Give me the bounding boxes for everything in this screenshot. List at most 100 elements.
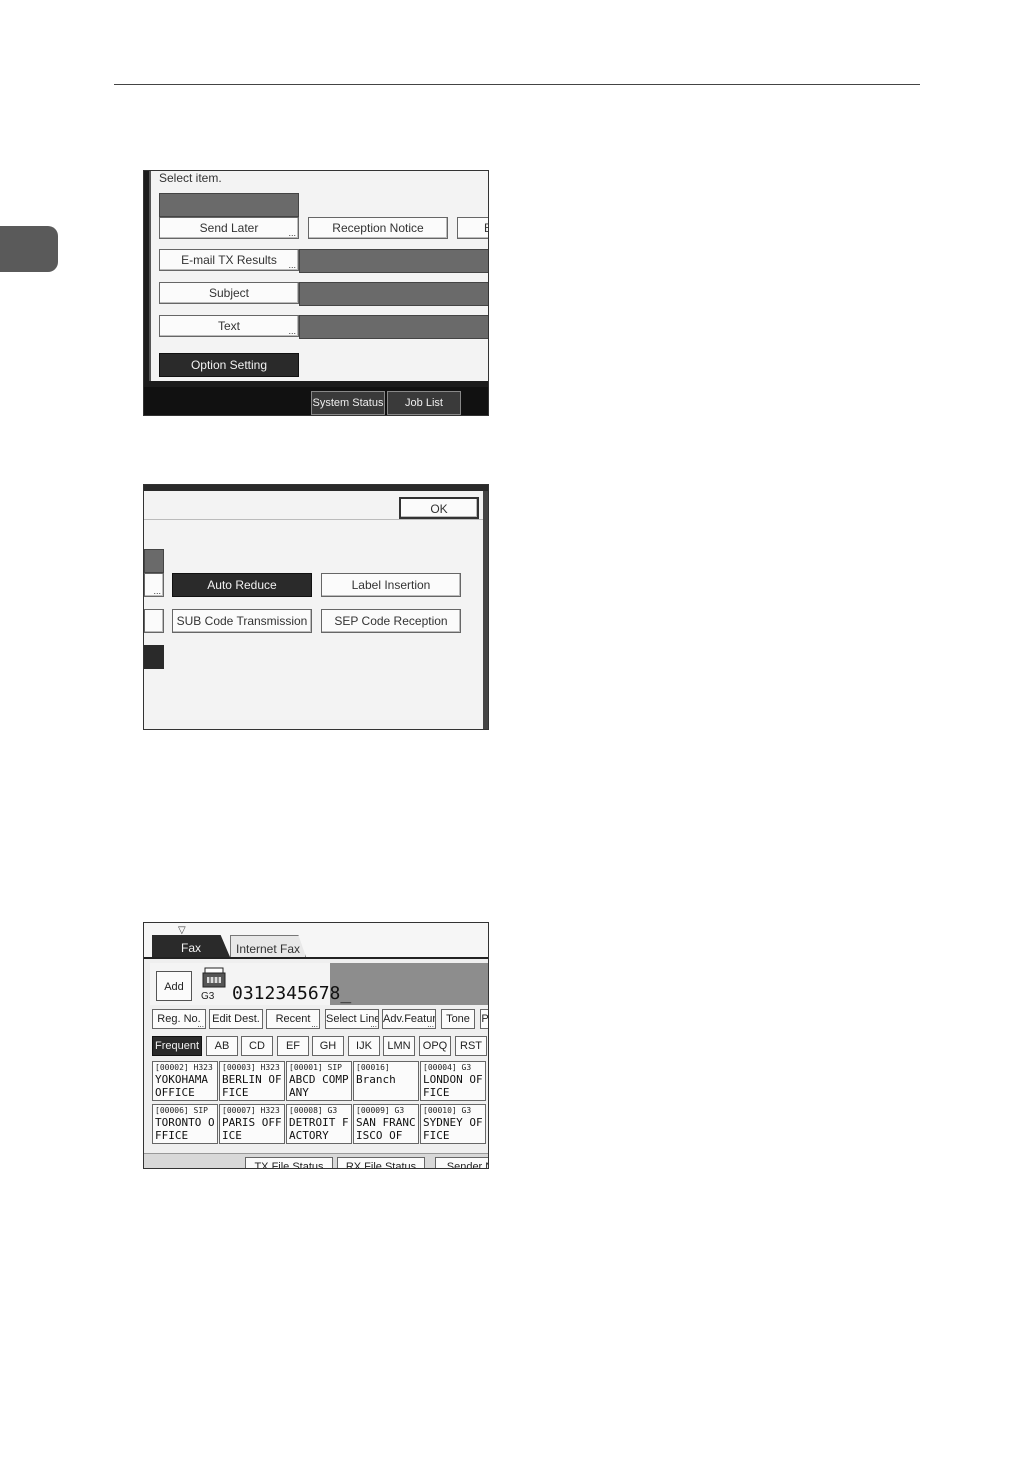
ok-label: OK — [430, 502, 448, 516]
cut-off-button[interactable]: ... — [144, 573, 164, 597]
destination-key[interactable]: [00001] SIP ABCD COMPANY — [286, 1061, 352, 1101]
sub-code-transmission-button[interactable]: SUB Code Transmission — [172, 609, 312, 633]
add-button[interactable]: Add — [156, 971, 192, 1001]
destination-name: YOKOHAMA OFFICE — [155, 1073, 208, 1099]
reception-notice-label: Reception Notice — [332, 221, 424, 235]
toolbar-button[interactable]: Edit Dest. — [209, 1009, 263, 1029]
settings-panel: Select item. Send Later... Reception Not… — [149, 171, 488, 381]
reception-notice-button[interactable]: Reception Notice — [308, 217, 448, 239]
option-setting-label: Option Setting — [190, 358, 268, 372]
destination-key[interactable]: [00016] Branch — [353, 1061, 419, 1101]
toolbar-button[interactable]: Recent... — [266, 1009, 320, 1029]
auto-reduce-label: Auto Reduce — [207, 578, 277, 592]
toolbar-button[interactable]: Adv.Features... — [382, 1009, 436, 1029]
destination-key[interactable]: [00004] G3 LONDON OFFICE — [420, 1061, 486, 1101]
index-tab[interactable]: GH — [312, 1036, 344, 1056]
destination-code: [00016] — [356, 1063, 390, 1072]
subject-field — [299, 282, 488, 306]
destination-code: [00010] G3 — [423, 1106, 472, 1115]
send-later-button[interactable]: Send Later... — [159, 217, 299, 239]
sub-code-transmission-label: SUB Code Transmission — [176, 614, 308, 628]
destination-key[interactable]: [00009] G3 SAN FRANCISCO OF — [353, 1104, 419, 1144]
label-insertion-button[interactable]: Label Insertion — [321, 573, 461, 597]
index-tab[interactable]: Frequent — [152, 1036, 202, 1056]
top-frame — [144, 485, 488, 491]
toolbar-button[interactable]: Tone — [441, 1009, 475, 1029]
destination-key[interactable]: [00002] H323 YOKOHAMA OFFICE — [152, 1061, 218, 1101]
destination-code: [00006] SIP — [155, 1106, 208, 1115]
destination-name: SAN FRANCISCO OF — [356, 1116, 416, 1142]
footer-button[interactable]: RX File Status — [337, 1157, 425, 1168]
toolbar-button[interactable]: P — [480, 1009, 488, 1029]
destination-name: TORONTO OFFICE — [155, 1116, 215, 1142]
destination-key[interactable]: [00006] SIP TORONTO OFFICE — [152, 1104, 218, 1144]
email-tx-results-field — [299, 249, 488, 273]
prompt-text: Select item. — [159, 171, 222, 185]
text-label: Text — [217, 319, 240, 333]
tab-internet-fax[interactable]: Internet Fax — [230, 935, 306, 957]
tab-fax[interactable]: Fax — [152, 935, 230, 957]
destination-name: SYDNEY OFFICE — [423, 1116, 483, 1142]
destination-key[interactable]: [00010] G3 SYDNEY OFFICE — [420, 1104, 486, 1144]
value-field — [159, 193, 299, 217]
screenshot-fax-main: ▽ Fax Internet Fax Add G3 0312345678_ Re… — [143, 922, 489, 1169]
auto-reduce-button[interactable]: Auto Reduce — [172, 573, 312, 597]
tab-bar: ▽ Fax Internet Fax — [144, 923, 488, 959]
system-status-button[interactable]: System Status — [311, 391, 385, 415]
partial-button[interactable]: B — [457, 217, 488, 239]
more-icon: ... — [427, 1020, 434, 1029]
text-button[interactable]: Text... — [159, 315, 299, 337]
ok-button[interactable]: OK — [399, 497, 479, 519]
index-tab[interactable]: AB — [206, 1036, 238, 1056]
job-list-button[interactable]: Job List — [387, 391, 461, 415]
footer-button[interactable]: Sender N — [435, 1157, 488, 1168]
more-icon: ... — [288, 228, 296, 238]
subject-button[interactable]: Subject — [159, 282, 299, 304]
toolbar-button[interactable]: Reg. No.... — [152, 1009, 206, 1029]
index-tab[interactable]: IJK — [348, 1036, 380, 1056]
destination-code: [00001] SIP — [289, 1063, 342, 1072]
fax-number-display: 0312345678_ — [232, 983, 352, 1004]
cut-off-button[interactable] — [144, 609, 164, 633]
destination-code: [00002] H323 — [155, 1063, 213, 1072]
toolbar-button-label: Edit Dest. — [212, 1013, 260, 1025]
partial-button-label: B — [484, 221, 488, 235]
destination-name: PARIS OFFICE — [222, 1116, 282, 1142]
toolbar-button-label: Recent — [275, 1013, 311, 1025]
header-rule — [114, 84, 920, 85]
toolbar-button[interactable]: Select Line... — [325, 1009, 379, 1029]
scroll-frame — [483, 491, 488, 729]
destination-key[interactable]: [00007] H323 PARIS OFFICE — [219, 1104, 285, 1144]
more-icon: ... — [311, 1020, 318, 1029]
option-setting-button[interactable]: Option Setting — [159, 353, 299, 377]
email-tx-results-label: E-mail TX Results — [181, 253, 277, 267]
index-tab[interactable]: EF — [277, 1036, 309, 1056]
screenshot-option-setting: Select item. Send Later... Reception Not… — [143, 170, 489, 416]
destination-key[interactable]: [00008] G3 DETROIT FACTORY — [286, 1104, 352, 1144]
label-insertion-label: Label Insertion — [351, 578, 431, 592]
index-tab[interactable]: RST — [455, 1036, 487, 1056]
destination-key[interactable]: [00003] H323 BERLIN OFFICE — [219, 1061, 285, 1101]
text-field — [299, 315, 488, 339]
more-icon: ... — [153, 586, 161, 596]
more-icon: ... — [197, 1020, 204, 1029]
more-icon: ... — [288, 260, 296, 270]
email-tx-results-button[interactable]: E-mail TX Results... — [159, 249, 299, 271]
more-icon: ... — [370, 1020, 377, 1029]
destination-name: BERLIN OFFICE — [222, 1073, 282, 1099]
destination-name: LONDON OFFICE — [423, 1073, 483, 1099]
subject-label: Subject — [208, 286, 250, 300]
index-tab[interactable]: LMN — [383, 1036, 415, 1056]
cut-off-dark-button — [144, 645, 164, 669]
cut-off-field — [144, 549, 164, 573]
footer-button[interactable]: TX File Status — [245, 1157, 333, 1168]
sep-code-reception-button[interactable]: SEP Code Reception — [321, 609, 461, 633]
down-arrow-icon: ▽ — [178, 925, 186, 936]
fax-machine-icon — [202, 967, 226, 988]
index-tab[interactable]: CD — [241, 1036, 273, 1056]
chapter-tab — [0, 226, 58, 272]
destination-name: DETROIT FACTORY — [289, 1116, 349, 1142]
line-type-label: G3 — [201, 991, 215, 1002]
index-tab[interactable]: OPQ — [419, 1036, 451, 1056]
destination-name: ABCD COMPANY — [289, 1073, 349, 1099]
